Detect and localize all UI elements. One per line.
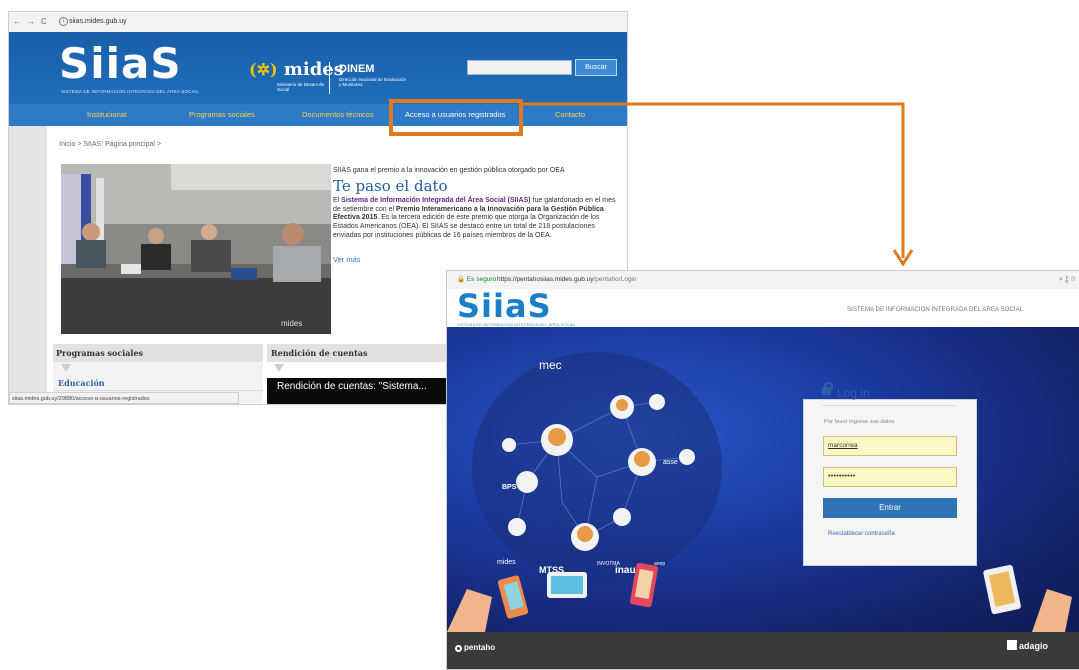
institution-network-illustration: mec MTSS inau mides asse BPS INVOTMA ane…: [447, 352, 1072, 632]
network-label-asse: asse: [663, 459, 678, 466]
pentaho-logo: pentaho: [455, 643, 495, 652]
network-label-mec: mec: [539, 358, 562, 372]
reset-password-link[interactable]: Reestablecer contraseña: [828, 531, 895, 537]
network-label-mides: mides: [497, 559, 516, 566]
login-divider: [822, 405, 956, 406]
siias-logo: SiiaS: [457, 287, 552, 325]
network-label-bps: BPS: [502, 484, 517, 491]
star-icon[interactable]: ☆: [1070, 276, 1076, 283]
login-page-screenshot: 🔒 Es seguro https://pentahosiias.mides.g…: [446, 270, 1079, 670]
username-field[interactable]: marcorrea: [823, 436, 957, 456]
login-footer: [447, 632, 1079, 669]
hero-background: mec MTSS inau mides asse BPS INVOTMA ane…: [447, 327, 1079, 632]
network-label-invotma: INVOTMA: [597, 561, 620, 567]
key-icon[interactable]: ⚷: [1065, 276, 1068, 283]
lock-icon: [822, 387, 831, 395]
browser-tools: ⌕ ⚷ ☆: [1059, 271, 1076, 289]
zoom-icon[interactable]: ⌕: [1059, 276, 1063, 283]
password-field[interactable]: ••••••••••: [823, 467, 957, 487]
adagio-mark-icon: [1007, 640, 1017, 650]
adagio-logo: adagio: [1007, 640, 1048, 651]
header-title: SISTEMA DE INFORMACION INTEGRADA DEL ARE…: [847, 306, 1024, 313]
login-submit-button[interactable]: Entrar: [823, 498, 957, 518]
pentaho-ring-icon: [455, 645, 462, 652]
login-title: Log in: [837, 386, 870, 400]
lock-icon: 🔒: [457, 276, 466, 283]
login-hint: Por favor ingrese sus datos: [824, 419, 895, 425]
